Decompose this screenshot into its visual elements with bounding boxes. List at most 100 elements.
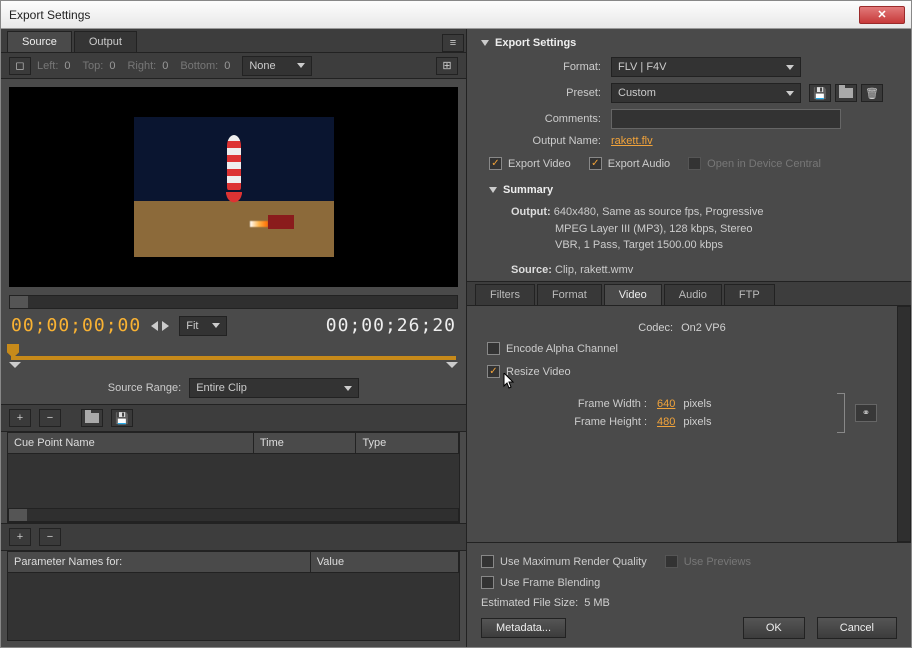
open-folder-icon[interactable]: [81, 409, 103, 427]
estimated-size-row: Estimated File Size: 5 MB: [481, 597, 897, 609]
summary-output: Output: 640x480, Same as source fps, Pro…: [511, 204, 897, 254]
cue-col-time[interactable]: Time: [254, 433, 357, 453]
disclosure-icon: [481, 40, 489, 46]
save-preset-icon[interactable]: 💾: [809, 84, 831, 102]
remove-param-button[interactable]: −: [39, 528, 61, 546]
video-settings-vscroll[interactable]: [897, 306, 911, 542]
metadata-button[interactable]: Metadata...: [481, 618, 566, 638]
save-icon[interactable]: 💾: [111, 409, 133, 427]
cancel-button[interactable]: Cancel: [817, 617, 897, 639]
checkbox-icon: [487, 365, 500, 378]
pixels-label: pixels: [683, 398, 711, 410]
frame-height-value[interactable]: 480: [657, 416, 675, 428]
tab-format[interactable]: Format: [537, 284, 602, 305]
comments-input[interactable]: [611, 109, 841, 129]
footer-area: Use Maximum Render Quality Use Previews …: [467, 542, 911, 647]
crop-top-value[interactable]: 0: [109, 60, 115, 72]
encode-alpha-label: Encode Alpha Channel: [506, 343, 618, 355]
tab-output[interactable]: Output: [74, 31, 137, 52]
summary-output-line2: MPEG Layer III (MP3), 128 kbps, Stereo: [555, 221, 752, 238]
preset-dropdown[interactable]: Custom: [611, 83, 801, 103]
flame-graphic: [250, 221, 268, 227]
crop-settings-icon[interactable]: ⊞: [436, 57, 458, 75]
add-cue-button[interactable]: +: [9, 409, 31, 427]
param-toolstrip: + −: [1, 523, 466, 551]
settings-panel: Export Settings Format: FLV | F4V Preset…: [467, 29, 911, 647]
format-label: Format:: [481, 61, 611, 73]
crop-right-value[interactable]: 0: [162, 60, 168, 72]
param-list-body[interactable]: [8, 573, 459, 641]
summary-source: Source: Clip, rakett.wmv 640x480 (1.0), …: [511, 262, 897, 282]
crop-left-label: Left:: [37, 60, 58, 72]
encode-alpha-checkbox[interactable]: Encode Alpha Channel: [487, 342, 877, 355]
out-point-icon[interactable]: [446, 362, 458, 368]
use-previews-label: Use Previews: [684, 556, 751, 568]
export-audio-checkbox[interactable]: Export Audio: [589, 157, 670, 170]
param-col-value[interactable]: Value: [311, 552, 459, 572]
import-preset-icon[interactable]: [835, 84, 857, 102]
crop-left-value[interactable]: 0: [64, 60, 70, 72]
cue-list-body[interactable]: [8, 454, 459, 508]
step-back-button[interactable]: [151, 321, 158, 331]
preview-hscrollbar[interactable]: [9, 295, 458, 309]
crop-preset-dropdown[interactable]: None: [242, 56, 312, 76]
tab-source[interactable]: Source: [7, 31, 72, 52]
step-forward-button[interactable]: [162, 321, 169, 331]
disclosure-icon: [489, 187, 497, 193]
checkbox-icon: [481, 555, 494, 568]
tab-filters[interactable]: Filters: [475, 284, 535, 305]
timeline-slider[interactable]: [11, 342, 456, 370]
resize-video-label: Resize Video: [506, 366, 571, 378]
zoom-fit-dropdown[interactable]: Fit: [179, 316, 227, 336]
video-preview[interactable]: [9, 87, 458, 287]
cue-toolstrip: + − 💾: [1, 404, 466, 432]
frame-width-value[interactable]: 640: [657, 398, 675, 410]
delete-preset-icon[interactable]: 🗑: [861, 84, 883, 102]
crop-top-label: Top:: [83, 60, 104, 72]
checkbox-icon: [481, 576, 494, 589]
export-video-checkbox[interactable]: Export Video: [489, 157, 571, 170]
summary-output-line1: 640x480, Same as source fps, Progressive: [554, 206, 764, 218]
cue-list-hscroll[interactable]: [8, 508, 459, 522]
est-size-value: 5 MB: [584, 597, 610, 609]
crop-tool-icon[interactable]: ◻: [9, 57, 31, 75]
cue-col-type[interactable]: Type: [356, 433, 459, 453]
open-device-label: Open in Device Central: [707, 158, 821, 170]
preset-label: Preset:: [481, 87, 611, 99]
output-name-label: Output Name:: [481, 135, 611, 147]
frame-blending-checkbox[interactable]: Use Frame Blending: [481, 576, 897, 589]
export-settings-heading[interactable]: Export Settings: [481, 37, 897, 49]
close-button[interactable]: ✕: [859, 6, 905, 24]
add-param-button[interactable]: +: [9, 528, 31, 546]
source-range-dropdown[interactable]: Entire Clip: [189, 378, 359, 398]
preview-frame: [134, 117, 334, 257]
checkbox-icon: [489, 157, 502, 170]
resize-video-checkbox[interactable]: Resize Video: [487, 365, 877, 378]
tab-video[interactable]: Video: [604, 284, 662, 305]
summary-heading[interactable]: Summary: [489, 184, 897, 196]
video-settings-pane: Codec: On2 VP6 Encode Alpha Channel Resi…: [467, 306, 897, 542]
export-audio-label: Export Audio: [608, 158, 670, 170]
panel-menu-icon[interactable]: ≡: [442, 34, 464, 52]
comments-label: Comments:: [481, 113, 611, 125]
est-size-label: Estimated File Size:: [481, 597, 578, 609]
output-name-link[interactable]: rakett.flv: [611, 135, 653, 147]
cue-col-name[interactable]: Cue Point Name: [8, 433, 254, 453]
source-range-value: Entire Clip: [196, 382, 247, 394]
constrain-link-icon[interactable]: ⚭: [855, 404, 877, 422]
titlebar: Export Settings ✕: [1, 1, 911, 29]
remove-cue-button[interactable]: −: [39, 409, 61, 427]
window-title: Export Settings: [7, 8, 857, 22]
param-col-name[interactable]: Parameter Names for:: [8, 552, 311, 572]
tab-ftp[interactable]: FTP: [724, 284, 775, 305]
link-bracket-icon: [837, 393, 845, 433]
crop-bottom-value[interactable]: 0: [224, 60, 230, 72]
in-timecode[interactable]: 00;00;00;00: [11, 315, 141, 336]
frame-width-label: Frame Width :: [487, 398, 657, 410]
summary-source-label: Source:: [511, 264, 552, 276]
max-render-quality-checkbox[interactable]: Use Maximum Render Quality: [481, 555, 647, 568]
ok-button[interactable]: OK: [743, 617, 805, 639]
format-dropdown[interactable]: FLV | F4V: [611, 57, 801, 77]
in-point-icon[interactable]: [9, 362, 21, 368]
tab-audio[interactable]: Audio: [664, 284, 722, 305]
